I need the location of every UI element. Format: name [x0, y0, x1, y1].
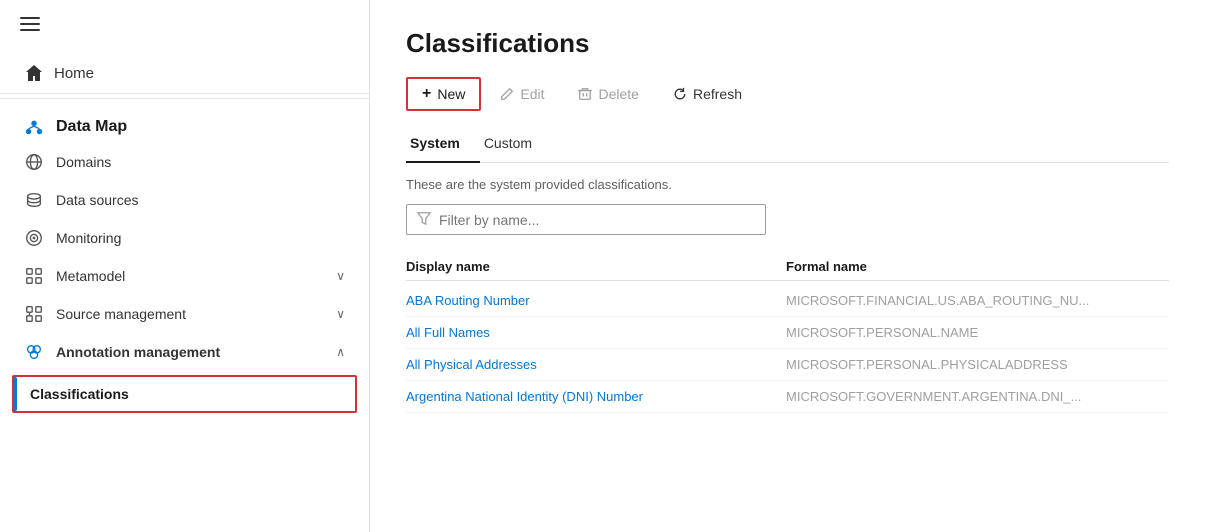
source-management-chevron-icon: ∨ [336, 307, 345, 321]
data-sources-icon [24, 190, 44, 210]
table-cell-formal-0: MICROSOFT.FINANCIAL.US.ABA_ROUTING_NU... [786, 293, 1169, 308]
sidebar-item-monitoring[interactable]: Monitoring [0, 219, 369, 257]
tab-custom[interactable]: Custom [480, 127, 552, 163]
filter-input-wrap [406, 204, 766, 235]
tab-system-label: System [410, 135, 460, 151]
sidebar-item-domains-label: Domains [56, 154, 111, 170]
table-cell-formal-3: MICROSOFT.GOVERNMENT.ARGENTINA.DNI_... [786, 389, 1169, 404]
tab-system[interactable]: System [406, 127, 480, 163]
table-header-display-name: Display name [406, 259, 786, 274]
sidebar-item-domains[interactable]: Domains [0, 143, 369, 181]
edit-icon [500, 87, 514, 101]
sidebar-item-classifications-label: Classifications [30, 386, 129, 402]
toolbar: + New Edit Delete [406, 77, 1169, 111]
plus-icon: + [422, 85, 431, 103]
page-content: Classifications + New Edit [370, 0, 1205, 532]
sidebar-item-source-management[interactable]: Source management ∨ [0, 295, 369, 333]
sidebar-item-metamodel-label: Metamodel [56, 268, 125, 284]
sidebar-item-data-sources[interactable]: Data sources [0, 181, 369, 219]
sidebar-item-classifications[interactable]: Classifications [12, 375, 357, 413]
datamap-icon [24, 117, 44, 137]
table-row: Argentina National Identity (DNI) Number… [406, 381, 1169, 413]
active-bar [14, 377, 17, 411]
refresh-button-label: Refresh [693, 86, 742, 102]
hamburger-menu[interactable] [0, 0, 369, 53]
sidebar-home-label: Home [54, 65, 94, 82]
metamodel-chevron-icon: ∨ [336, 269, 345, 283]
tabs: System Custom [406, 127, 1169, 163]
filter-icon [417, 211, 431, 228]
annotation-management-icon [24, 342, 44, 362]
sidebar-section-title: Data Map [56, 118, 127, 136]
metamodel-icon [24, 266, 44, 286]
edit-button[interactable]: Edit [485, 79, 559, 109]
sidebar-section-datamap: Data Map [0, 103, 369, 143]
table-row: ABA Routing Number MICROSOFT.FINANCIAL.U… [406, 285, 1169, 317]
home-icon [24, 63, 44, 83]
sidebar-item-home[interactable]: Home [0, 53, 369, 94]
source-management-icon [24, 304, 44, 324]
refresh-icon [673, 87, 687, 101]
table-header: Display name Formal name [406, 253, 1169, 281]
domains-icon [24, 152, 44, 172]
sidebar-item-data-sources-label: Data sources [56, 192, 138, 208]
annotation-management-chevron-icon: ∧ [336, 345, 345, 359]
sidebar-item-metamodel[interactable]: Metamodel ∨ [0, 257, 369, 295]
table-cell-display-1[interactable]: All Full Names [406, 325, 786, 340]
delete-button[interactable]: Delete [563, 79, 653, 109]
table-row: All Full Names MICROSOFT.PERSONAL.NAME [406, 317, 1169, 349]
delete-icon [578, 87, 592, 101]
table-cell-display-3[interactable]: Argentina National Identity (DNI) Number [406, 389, 786, 404]
table-header-formal-name: Formal name [786, 259, 1169, 274]
new-button-label: New [437, 86, 465, 102]
table-cell-display-2[interactable]: All Physical Addresses [406, 357, 786, 372]
page-title: Classifications [406, 28, 1169, 59]
sidebar-item-source-management-label: Source management [56, 306, 186, 322]
tab-description: These are the system provided classifica… [406, 177, 1169, 192]
tab-custom-label: Custom [484, 135, 532, 151]
main-content-area: Classifications + New Edit [370, 0, 1205, 532]
edit-button-label: Edit [520, 86, 544, 102]
sidebar-item-monitoring-label: Monitoring [56, 230, 121, 246]
sidebar-item-annotation-management-label: Annotation management [56, 344, 220, 360]
monitoring-icon [24, 228, 44, 248]
sidebar-item-annotation-management[interactable]: Annotation management ∧ [0, 333, 369, 371]
sidebar: Home Data Map Domains Data sources [0, 0, 370, 532]
table-cell-formal-2: MICROSOFT.PERSONAL.PHYSICALADDRESS [786, 357, 1169, 372]
filter-input[interactable] [439, 212, 755, 228]
refresh-button[interactable]: Refresh [658, 79, 757, 109]
new-button[interactable]: + New [406, 77, 481, 111]
table-row: All Physical Addresses MICROSOFT.PERSONA… [406, 349, 1169, 381]
sidebar-divider-1 [0, 98, 369, 99]
table-cell-display-0[interactable]: ABA Routing Number [406, 293, 786, 308]
delete-button-label: Delete [598, 86, 638, 102]
table-cell-formal-1: MICROSOFT.PERSONAL.NAME [786, 325, 1169, 340]
